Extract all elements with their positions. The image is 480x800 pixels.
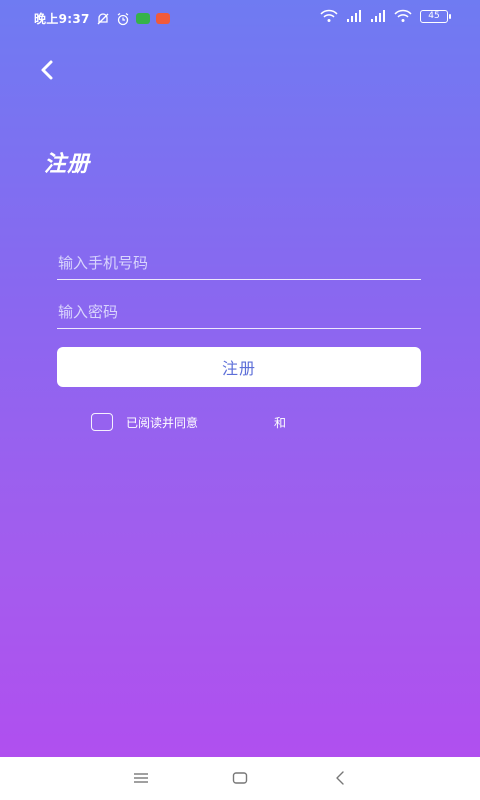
status-right: 45 (320, 9, 451, 23)
battery-icon: 45 (420, 9, 451, 23)
page-title: 注册 (44, 152, 91, 177)
alarm-icon (116, 12, 130, 26)
password-field (57, 295, 421, 329)
user-agreement-link[interactable] (202, 415, 270, 429)
menu-icon (134, 773, 148, 783)
notification-app-icon (155, 13, 170, 24)
signal-icon (346, 9, 362, 23)
nav-back-button[interactable] (331, 769, 351, 787)
signal-hd-icon (370, 9, 386, 23)
phone-input[interactable] (57, 246, 421, 279)
back-icon (336, 771, 344, 785)
status-time: 晚上9:37 (34, 12, 90, 26)
home-button[interactable] (230, 769, 250, 787)
wifi-icon (320, 9, 338, 23)
password-input[interactable] (57, 295, 421, 328)
wifi-icon-2 (394, 9, 412, 23)
notification-muted-icon (96, 12, 110, 26)
back-button[interactable] (36, 58, 60, 82)
register-button[interactable]: 注册 (57, 347, 421, 387)
agreement-row: 已阅读并同意 和 (91, 412, 362, 432)
agreement-joiner: 和 (274, 415, 287, 430)
chevron-left-icon (41, 60, 53, 80)
status-left: 晚上9:37 (34, 10, 170, 27)
wechat-app-icon (135, 13, 150, 24)
system-nav-bar (0, 757, 480, 800)
register-screen: 晚上9:37 45 注册 输入手机号码 注册 已阅读并同意 和 (0, 0, 480, 757)
menu-button[interactable] (131, 769, 151, 787)
status-bar: 晚上9:37 45 (0, 0, 480, 38)
privacy-policy-link[interactable] (290, 415, 362, 429)
home-icon (232, 772, 248, 784)
phone-field (57, 246, 421, 280)
agreement-prefix: 已阅读并同意 (126, 415, 199, 430)
agree-checkbox[interactable] (91, 413, 113, 431)
